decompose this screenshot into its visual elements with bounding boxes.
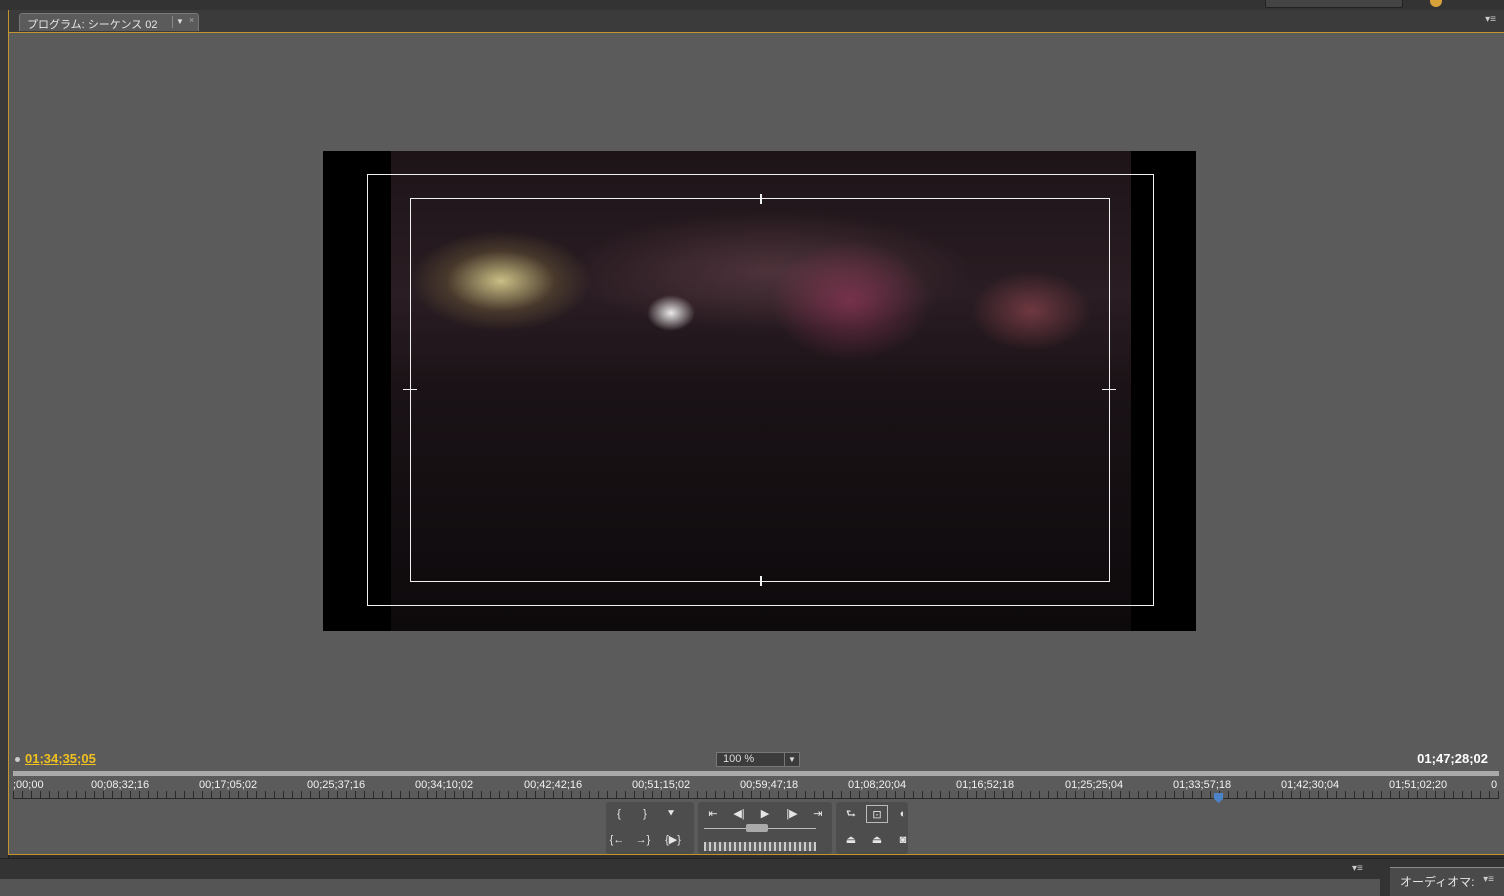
tab-audio-master[interactable]: オーディオマ: ▾≡ [1390, 867, 1504, 896]
playhead-icon[interactable] [1214, 793, 1223, 803]
export-frame-button[interactable]: ◙ [892, 831, 914, 849]
center-mark-top [760, 194, 762, 204]
ruler-label: 00;51;15;02 [632, 779, 691, 791]
panel-menu-icon[interactable]: ▾≡ [1483, 874, 1494, 885]
ruler-label: 01;25;25;04 [1065, 779, 1124, 791]
time-ruler[interactable]: ;00;00 00;08;32;16 00;17;05;02 00;25;37;… [13, 771, 1499, 803]
chevron-down-icon: ▼ [784, 753, 799, 766]
ruler-label: 00;42;42;16 [524, 779, 583, 791]
panel-tab-row: プログラム: シーケンス 02 ▼ × ▾≡ [9, 10, 1504, 33]
play-button[interactable]: ▶ [754, 805, 776, 823]
timecode-indicator-icon [15, 757, 20, 762]
output-group: ⮑ ⊡ ◐ ⏏ ⏏ ◙ [836, 802, 908, 854]
ruler-label: 01;08;20;04 [848, 779, 907, 791]
zoom-value: 100 % [723, 753, 755, 765]
center-mark-right-v [1109, 383, 1110, 396]
transport-controls: { } ⯆ {← →} {▶} ⇤ ◀| ▶ |▶ ⇥ ⮑ ⊡ ◐ ⏏ ⏏ ◙ [606, 802, 908, 854]
close-icon[interactable]: × [189, 15, 194, 25]
duration-timecode: 01;47;28;02 [1417, 751, 1488, 766]
ruler-label: 00;59;47;18 [740, 779, 799, 791]
panel-menu-icon[interactable]: ▾≡ [1352, 863, 1363, 874]
lift-button[interactable]: ⏏ [840, 831, 862, 849]
chevron-down-icon[interactable]: ▼ [172, 16, 187, 28]
safe-margins-button[interactable]: ⊡ [866, 805, 888, 823]
center-mark-bottom [760, 576, 762, 586]
jog-slider[interactable] [704, 824, 816, 834]
video-frame [323, 151, 1196, 631]
shuttle-right-button[interactable]: →} [632, 831, 654, 849]
panel-menu-icon[interactable]: ▾≡ [1485, 14, 1496, 25]
ruler-label: 01;51;02;20 [1389, 779, 1448, 791]
ruler-label: 00;17;05;02 [199, 779, 258, 791]
play-in-to-out-button[interactable]: {▶} [658, 831, 688, 849]
loop-button[interactable]: ⮑ [840, 805, 862, 823]
center-mark-left-v [410, 383, 411, 396]
tab-program-monitor[interactable]: プログラム: シーケンス 02 ▼ [19, 13, 199, 31]
step-forward-button[interactable]: |▶ [781, 805, 803, 823]
step-back-button[interactable]: ◀| [728, 805, 750, 823]
zoom-select[interactable]: 100 % ▼ [716, 752, 800, 767]
mark-in-button[interactable]: { [608, 805, 630, 823]
go-to-out-button[interactable]: ⇥ [807, 805, 829, 823]
ruler-label: 01;33;57;18 [1173, 779, 1232, 791]
ruler-label: ;00;00 [13, 779, 44, 791]
ruler-label: 00;08;32;16 [91, 779, 150, 791]
shuttle-left-button[interactable]: {← [606, 831, 628, 849]
program-monitor-panel: プログラム: シーケンス 02 ▼ × ▾≡ 01;34;35;05 100 %… [8, 10, 1504, 855]
bottom-panel-area [0, 879, 1380, 896]
bottom-panel-strip: ▾≡ オーディオマ: ▾≡ [0, 858, 1504, 896]
ruler-label: 01;16;52;18 [956, 779, 1015, 791]
current-timecode[interactable]: 01;34;35;05 [25, 751, 96, 766]
title-safe-margin [410, 198, 1110, 582]
output-button[interactable]: ◐ [892, 805, 914, 823]
zoom-scroll-bar[interactable] [13, 771, 1499, 776]
go-to-in-button[interactable]: ⇤ [702, 805, 724, 823]
top-bar [0, 0, 1504, 10]
tab-title: プログラム: シーケンス 02 [27, 19, 158, 31]
workspace-select[interactable] [1265, 0, 1403, 8]
ruler-baseline [13, 798, 1499, 799]
extract-button[interactable]: ⏏ [866, 831, 888, 849]
ruler-label: 01;42;30;04 [1281, 779, 1340, 791]
ruler-label: 00;25;37;16 [307, 779, 366, 791]
mark-out-button[interactable]: } [634, 805, 656, 823]
set-marker-button[interactable]: ⯆ [660, 805, 682, 823]
jog-knob[interactable] [746, 824, 768, 832]
marker-group: { } ⯆ {← →} {▶} [606, 802, 694, 854]
ruler-label: 00;34;10;02 [415, 779, 474, 791]
tab-label: オーディオマ: [1400, 875, 1475, 889]
shuttle-slider[interactable] [704, 842, 816, 851]
help-icon[interactable] [1430, 0, 1442, 7]
ruler-label: 0 [1491, 779, 1498, 791]
ruler-ticks [13, 791, 1499, 798]
